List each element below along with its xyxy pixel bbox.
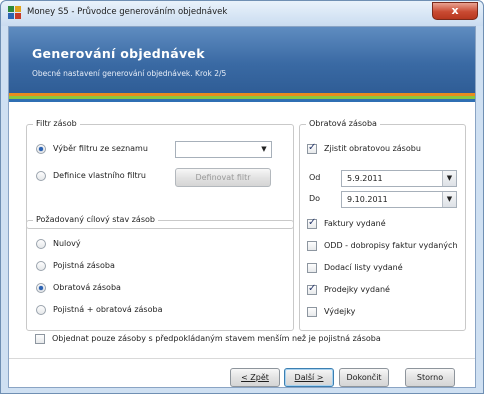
target-stock-group: Požadovaný cílový stav zásob Nulový Poji… <box>26 215 294 331</box>
filter-option-list-radio[interactable] <box>36 144 46 154</box>
doc-delivery-notes-label: Dodací listy vydané <box>324 263 403 272</box>
doc-receipts-checkbox[interactable]: ✓ <box>307 283 317 295</box>
filter-group: Filtr zásob Výběr filtru ze seznamu ▼ De… <box>26 119 294 229</box>
doc-credit-notes-label: ODD - dobropisy faktur vydaných <box>324 241 458 250</box>
back-button-label: < Zpět <box>241 373 269 382</box>
finish-button[interactable]: Dokončit <box>339 368 389 387</box>
date-from-label: Od <box>309 173 321 182</box>
app-icon <box>8 6 21 19</box>
doc-receipts-label: Prodejky vydané <box>324 285 390 294</box>
target-option-safety-plus-turnover[interactable]: Pojistná + obratová zásoba <box>36 304 236 316</box>
order-only-checkbox[interactable] <box>35 334 45 344</box>
doc-dispatch-notes[interactable]: Výdejky <box>307 306 462 318</box>
filter-legend: Filtr zásob <box>33 119 80 128</box>
doc-delivery-notes-checkbox[interactable] <box>307 263 317 273</box>
turnover-legend: Obratová zásoba <box>306 119 380 128</box>
filter-option-list-label: Výběr filtru ze seznamu <box>53 144 148 153</box>
finish-button-label: Dokončit <box>346 373 382 382</box>
cancel-button[interactable]: Storno <box>405 368 455 387</box>
doc-receipts[interactable]: ✓ Prodejky vydané <box>307 283 462 296</box>
chevron-down-icon[interactable]: ▼ <box>442 192 456 207</box>
doc-invoices-issued[interactable]: ✓ Faktury vydané <box>307 217 462 230</box>
banner-subtitle: Obecné nastavení generování objednávek. … <box>32 69 227 78</box>
filter-option-custom-radio[interactable] <box>36 171 46 181</box>
checkmark-icon: ✓ <box>308 142 317 153</box>
date-from-value: 5.9.2011 <box>347 174 383 183</box>
checkmark-icon: ✓ <box>308 283 317 294</box>
detect-turnover[interactable]: ✓ Zjistit obratovou zásobu <box>307 142 457 155</box>
detect-turnover-checkbox[interactable]: ✓ <box>307 142 317 154</box>
doc-invoices-issued-checkbox[interactable]: ✓ <box>307 217 317 229</box>
doc-credit-notes-checkbox[interactable] <box>307 241 317 251</box>
close-icon: x <box>451 4 459 17</box>
next-button[interactable]: Další > <box>284 368 334 387</box>
filter-option-custom[interactable]: Definice vlastního filtru <box>36 170 166 182</box>
target-option-safety[interactable]: Pojistná zásoba <box>36 260 236 272</box>
target-option-zero-radio[interactable] <box>36 239 46 249</box>
target-stock-legend: Požadovaný cílový stav zásob <box>33 215 158 224</box>
order-only-label: Objednat pouze zásoby s předpokládaným s… <box>52 334 381 343</box>
footer-divider <box>9 358 475 359</box>
target-option-zero-label: Nulový <box>53 239 81 248</box>
chevron-down-icon[interactable]: ▼ <box>442 171 456 186</box>
date-to-picker[interactable]: 9.10.2011 ▼ <box>341 191 457 208</box>
target-option-turnover-label: Obratová zásoba <box>53 283 121 292</box>
doc-credit-notes[interactable]: ODD - dobropisy faktur vydaných <box>307 240 465 252</box>
define-filter-button[interactable]: Definovat filtr <box>175 168 271 187</box>
filter-list-dropdown[interactable]: ▼ <box>175 141 272 158</box>
checkmark-icon: ✓ <box>308 217 317 228</box>
next-button-label: Další > <box>294 373 324 382</box>
wizard-client-area: Generování objednávek Obecné nastavení g… <box>8 26 476 388</box>
date-from-picker[interactable]: 5.9.2011 ▼ <box>341 170 457 187</box>
date-to-value: 9.10.2011 <box>347 195 388 204</box>
doc-delivery-notes[interactable]: Dodací listy vydané <box>307 262 462 274</box>
order-only-below-safety[interactable]: Objednat pouze zásoby s předpokládaným s… <box>35 333 455 345</box>
doc-dispatch-notes-label: Výdejky <box>324 307 356 316</box>
close-button[interactable]: x <box>432 2 478 20</box>
doc-dispatch-notes-checkbox[interactable] <box>307 307 317 317</box>
target-option-safety-plus-turnover-radio[interactable] <box>36 305 46 315</box>
detect-turnover-label: Zjistit obratovou zásobu <box>324 144 421 153</box>
target-option-safety-plus-turnover-label: Pojistná + obratová zásoba <box>53 305 163 314</box>
filter-option-custom-label: Definice vlastního filtru <box>53 171 146 180</box>
target-option-turnover[interactable]: Obratová zásoba <box>36 282 236 294</box>
window-title: Money S5 - Průvodce generováním objednáv… <box>27 7 228 17</box>
turnover-group: Obratová zásoba ✓ Zjistit obratovou záso… <box>299 119 466 331</box>
cancel-button-label: Storno <box>416 373 444 382</box>
back-button[interactable]: < Zpět <box>230 368 280 387</box>
target-option-safety-radio[interactable] <box>36 261 46 271</box>
doc-invoices-issued-label: Faktury vydané <box>324 219 386 228</box>
banner-title: Generování objednávek <box>32 46 205 61</box>
date-to-label: Do <box>309 194 321 203</box>
chevron-down-icon[interactable]: ▼ <box>257 142 271 157</box>
filter-option-list[interactable]: Výběr filtru ze seznamu <box>36 143 166 155</box>
banner-stripe-blue <box>9 99 475 102</box>
target-option-zero[interactable]: Nulový <box>36 238 236 250</box>
title-bar[interactable]: Money S5 - Průvodce generováním objednáv… <box>1 1 483 26</box>
target-option-safety-label: Pojistná zásoba <box>53 261 115 270</box>
wizard-banner: Generování objednávek Obecné nastavení g… <box>9 27 475 93</box>
target-option-turnover-radio[interactable] <box>36 283 46 293</box>
wizard-window: Money S5 - Průvodce generováním objednáv… <box>0 0 484 394</box>
